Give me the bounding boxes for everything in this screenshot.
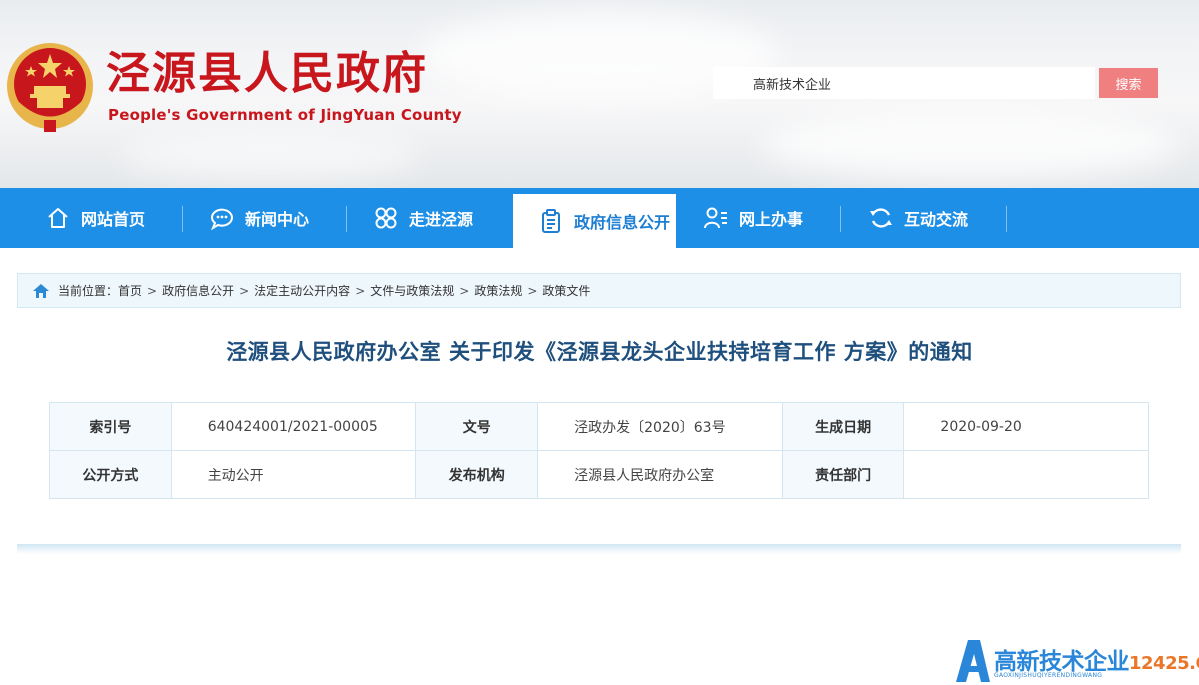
search-input[interactable] <box>713 67 1095 99</box>
breadcrumb-prefix: 当前位置： <box>58 284 119 298</box>
nav-item-label: 互动交流 <box>904 210 969 229</box>
breadcrumb-link[interactable]: 政府信息公开 <box>162 282 234 299</box>
content-divider <box>17 544 1181 554</box>
nav-item-label: 网上办事 <box>739 210 804 229</box>
nav-item-label: 政府信息公开 <box>574 213 671 232</box>
nav-item-about[interactable]: 走进泾源 <box>373 188 473 248</box>
breadcrumb-link[interactable]: 文件与政策法规 <box>370 282 454 299</box>
nav-divider <box>1006 206 1007 232</box>
site-subtitle: People's Government of JingYuan County <box>108 106 462 124</box>
meta-value <box>903 450 1149 499</box>
meta-value: 2020-09-20 <box>903 402 1149 451</box>
table-row: 索引号 640424001/2021-00005 文号 泾政办发〔2020〕63… <box>49 402 1149 451</box>
breadcrumb-link[interactable]: 法定主动公开内容 <box>254 282 350 299</box>
clipboard-icon <box>542 209 560 233</box>
header-cloud <box>120 130 420 180</box>
nav-item-label: 网站首页 <box>81 210 146 229</box>
document-meta-table: 索引号 640424001/2021-00005 文号 泾政办发〔2020〕63… <box>49 402 1149 499</box>
nav-item-home[interactable]: 网站首页 <box>45 188 145 248</box>
header-cloud <box>760 110 1180 180</box>
nav-divider <box>840 206 841 232</box>
national-emblem-icon[interactable] <box>4 36 96 136</box>
meta-key: 生成日期 <box>781 402 905 451</box>
breadcrumb-separator: > <box>527 283 538 298</box>
meta-key: 文号 <box>415 402 539 451</box>
breadcrumb-separator: > <box>147 283 158 298</box>
home-icon <box>48 208 68 228</box>
nav-item-online-service[interactable]: 网上办事 <box>703 188 803 248</box>
page-title: 泾源县人民政府办公室 关于印发《泾源县龙头企业扶持培育工作 方案》的通知 <box>226 340 973 364</box>
meta-value: 泾政办发〔2020〕63号 <box>537 402 783 451</box>
search-button[interactable]: 搜索 <box>1099 68 1158 98</box>
site-title[interactable]: 泾源县人民政府 <box>106 44 428 104</box>
refresh-icon <box>870 208 892 228</box>
logo-a-icon <box>956 640 990 682</box>
meta-key: 公开方式 <box>49 450 172 499</box>
home-icon <box>33 283 49 298</box>
nav-item-label: 走进泾源 <box>409 210 474 229</box>
meta-key: 责任部门 <box>781 450 905 499</box>
breadcrumb-link[interactable]: 政策法规 <box>474 282 522 299</box>
watermark-text: 高新技术企业12425.CN <box>994 642 1199 676</box>
nav-item-label: 新闻中心 <box>245 210 310 229</box>
meta-key: 发布机构 <box>415 450 539 499</box>
meta-value: 主动公开 <box>170 450 417 499</box>
user-list-icon <box>704 207 727 229</box>
nav-item-interaction[interactable]: 互动交流 <box>868 188 968 248</box>
nav-item-gov-info[interactable]: 政府信息公开 <box>513 194 676 248</box>
breadcrumb-link[interactable]: 政策文件 <box>542 282 590 299</box>
breadcrumb-separator: > <box>239 283 250 298</box>
main-nav: 网站首页 新闻中心 走进泾源 政府信息公开 网上办事 互动交流 <box>0 188 1199 248</box>
nav-divider <box>182 206 183 232</box>
breadcrumb: 当前位置： 首页 > 政府信息公开 > 法定主动公开内容 > 文件与政策法规 >… <box>17 273 1181 308</box>
watermark-logo: 高新技术企业12425.CN GAOXINJISHUQIYERENDINGWAN… <box>952 634 1199 685</box>
nav-item-news[interactable]: 新闻中心 <box>209 188 309 248</box>
breadcrumb-link[interactable]: 首页 <box>118 282 142 299</box>
meta-key: 索引号 <box>49 402 172 451</box>
breadcrumb-separator: > <box>459 283 470 298</box>
table-row: 公开方式 主动公开 发布机构 泾源县人民政府办公室 责任部门 <box>49 450 1149 499</box>
watermark-sub: GAOXINJISHUQIYERENDINGWANG <box>994 672 1103 679</box>
meta-value: 泾源县人民政府办公室 <box>537 450 783 499</box>
watermark-domain: 12425.CN <box>1129 653 1199 674</box>
meta-value: 640424001/2021-00005 <box>170 402 417 451</box>
nav-divider <box>346 206 347 232</box>
chat-icon <box>210 208 233 231</box>
grid-icon <box>375 207 397 229</box>
site-header: 泾源县人民政府 People's Government of JingYuan … <box>0 0 1199 188</box>
breadcrumb-separator: > <box>355 283 366 298</box>
